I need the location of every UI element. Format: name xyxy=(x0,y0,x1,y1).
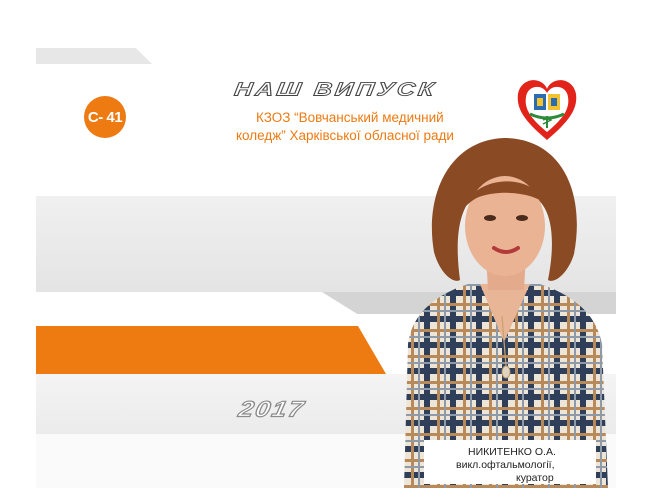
headline-title: НАШ ВИПУСК xyxy=(233,78,439,100)
college-name-line1: КЗОЗ “Вовчанський медичний xyxy=(256,110,444,125)
curator-portrait xyxy=(404,138,608,488)
orange-accent-band xyxy=(36,326,386,374)
top-accent-bar xyxy=(36,48,152,64)
group-code-badge: С- 41 xyxy=(84,96,126,138)
curator-title: куратор xyxy=(516,472,554,484)
graduation-year: 2017 xyxy=(236,395,309,422)
graduation-card: С- 41 НАШ ВИПУСК КЗОЗ “Вовчанський медич… xyxy=(0,0,653,501)
curator-name: НИКИТЕНКО О.А. xyxy=(468,446,556,458)
curator-role: викл.офтальмології, xyxy=(456,459,555,471)
